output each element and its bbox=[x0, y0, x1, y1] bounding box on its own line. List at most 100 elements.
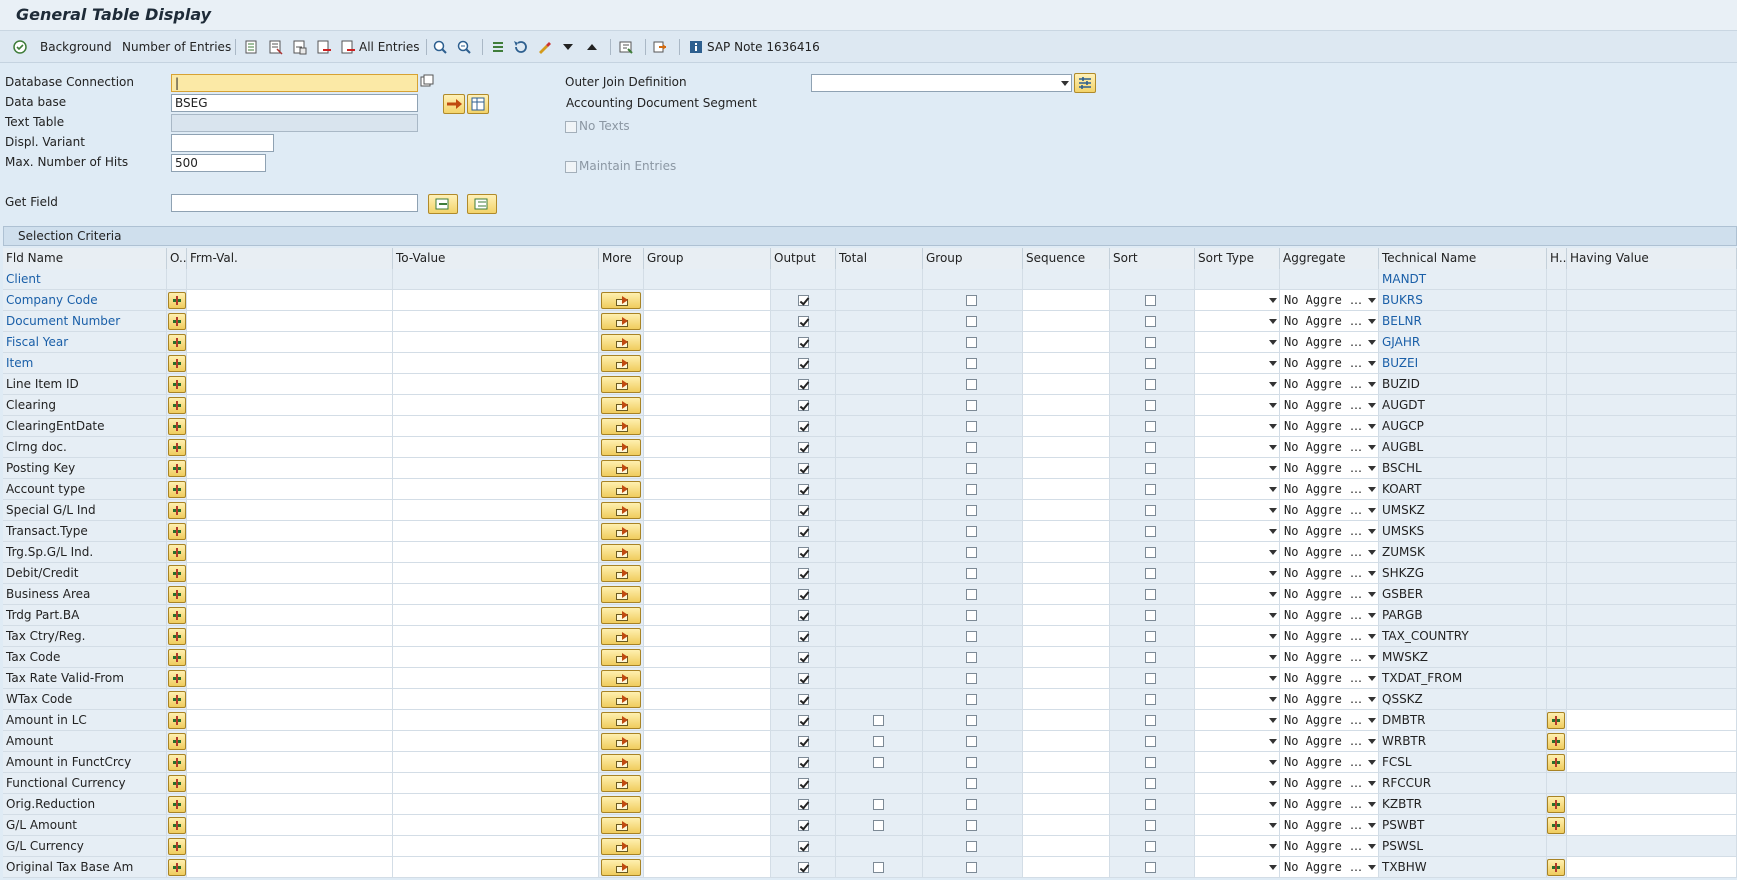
cell-frm-val[interactable] bbox=[187, 416, 393, 437]
sort-type-dropdown[interactable] bbox=[1195, 794, 1280, 815]
multiple-selection-button[interactable] bbox=[601, 607, 641, 624]
sort-checkbox[interactable] bbox=[1145, 862, 1156, 873]
move-down-button[interactable] bbox=[560, 38, 576, 56]
sort-type-dropdown[interactable] bbox=[1195, 416, 1280, 437]
multiple-selection-button[interactable] bbox=[601, 817, 641, 834]
select-options-button[interactable] bbox=[168, 292, 186, 309]
select-options-button[interactable] bbox=[168, 565, 186, 582]
cell-having-value[interactable] bbox=[1567, 752, 1737, 773]
output-checkbox[interactable] bbox=[798, 736, 809, 747]
cell-to-value[interactable] bbox=[393, 584, 599, 605]
sort-checkbox[interactable] bbox=[1145, 820, 1156, 831]
select-options-button[interactable] bbox=[168, 334, 186, 351]
table-view-button[interactable] bbox=[467, 94, 489, 114]
aggregate-dropdown[interactable]: No Aggre… bbox=[1280, 794, 1379, 815]
multiple-selection-button[interactable] bbox=[601, 439, 641, 456]
output-checkbox[interactable] bbox=[798, 673, 809, 684]
sort-checkbox[interactable] bbox=[1145, 673, 1156, 684]
col-header-o[interactable]: O.. bbox=[167, 248, 187, 269]
aggregate-dropdown[interactable]: No Aggre… bbox=[1280, 458, 1379, 479]
sort-type-dropdown[interactable] bbox=[1195, 500, 1280, 521]
multiple-selection-button[interactable] bbox=[601, 670, 641, 687]
field-catalog-button[interactable] bbox=[618, 38, 634, 56]
output-checkbox[interactable] bbox=[798, 442, 809, 453]
multiple-selection-button[interactable] bbox=[601, 292, 641, 309]
aggregate-dropdown[interactable]: No Aggre… bbox=[1280, 815, 1379, 836]
having-options-button[interactable] bbox=[1547, 859, 1565, 876]
multiple-selection-button[interactable] bbox=[601, 313, 641, 330]
multiple-selection-button[interactable] bbox=[601, 481, 641, 498]
multiple-selection-button[interactable] bbox=[601, 628, 641, 645]
cell-to-value[interactable] bbox=[393, 668, 599, 689]
select-options-button[interactable] bbox=[168, 460, 186, 477]
group-checkbox[interactable] bbox=[966, 736, 977, 747]
sort-checkbox[interactable] bbox=[1145, 526, 1156, 537]
total-checkbox[interactable] bbox=[873, 820, 884, 831]
multiple-selection-button[interactable] bbox=[601, 754, 641, 771]
output-checkbox[interactable] bbox=[798, 316, 809, 327]
aggregate-dropdown[interactable]: No Aggre… bbox=[1280, 731, 1379, 752]
cell-to-value[interactable] bbox=[393, 332, 599, 353]
group-checkbox[interactable] bbox=[966, 463, 977, 474]
cell-frm-val[interactable] bbox=[187, 521, 393, 542]
cell-frm-val[interactable] bbox=[187, 710, 393, 731]
group-checkbox[interactable] bbox=[966, 442, 977, 453]
output-checkbox[interactable] bbox=[798, 337, 809, 348]
cell-to-value[interactable] bbox=[393, 731, 599, 752]
output-checkbox[interactable] bbox=[798, 358, 809, 369]
sort-checkbox[interactable] bbox=[1145, 589, 1156, 600]
aggregate-dropdown[interactable]: No Aggre… bbox=[1280, 710, 1379, 731]
cell-to-value[interactable] bbox=[393, 794, 599, 815]
group-checkbox[interactable] bbox=[966, 337, 977, 348]
total-checkbox[interactable] bbox=[873, 862, 884, 873]
aggregate-dropdown[interactable]: No Aggre… bbox=[1280, 500, 1379, 521]
group-button[interactable] bbox=[490, 38, 506, 56]
outer-join-settings-button[interactable] bbox=[1074, 73, 1096, 93]
data-base-input[interactable]: BSEG bbox=[171, 94, 418, 112]
cell-to-value[interactable] bbox=[393, 815, 599, 836]
output-checkbox[interactable] bbox=[798, 820, 809, 831]
aggregate-dropdown[interactable]: No Aggre… bbox=[1280, 689, 1379, 710]
cell-frm-val[interactable] bbox=[187, 290, 393, 311]
group-checkbox[interactable] bbox=[966, 589, 977, 600]
cell-to-value[interactable] bbox=[393, 311, 599, 332]
sort-type-dropdown[interactable] bbox=[1195, 773, 1280, 794]
output-checkbox[interactable] bbox=[798, 631, 809, 642]
total-checkbox[interactable] bbox=[873, 757, 884, 768]
group-checkbox[interactable] bbox=[966, 610, 977, 621]
sort-checkbox[interactable] bbox=[1145, 547, 1156, 558]
col-header-more[interactable]: More bbox=[599, 248, 644, 269]
cell-to-value[interactable] bbox=[393, 542, 599, 563]
sort-checkbox[interactable] bbox=[1145, 736, 1156, 747]
output-checkbox[interactable] bbox=[798, 841, 809, 852]
output-checkbox[interactable] bbox=[798, 568, 809, 579]
group-checkbox[interactable] bbox=[966, 799, 977, 810]
sort-type-dropdown[interactable] bbox=[1195, 857, 1280, 878]
multiple-selection-button[interactable] bbox=[601, 355, 641, 372]
select-options-button[interactable] bbox=[168, 355, 186, 372]
group-checkbox[interactable] bbox=[966, 673, 977, 684]
total-checkbox[interactable] bbox=[873, 715, 884, 726]
group-checkbox[interactable] bbox=[966, 694, 977, 705]
select-options-button[interactable] bbox=[168, 523, 186, 540]
group-checkbox[interactable] bbox=[966, 652, 977, 663]
aggregate-dropdown[interactable]: No Aggre… bbox=[1280, 437, 1379, 458]
cell-frm-val[interactable] bbox=[187, 500, 393, 521]
having-options-button[interactable] bbox=[1547, 817, 1565, 834]
all-entries-button[interactable]: All Entries bbox=[340, 38, 420, 56]
multiple-selection-button[interactable] bbox=[601, 859, 641, 876]
group-checkbox[interactable] bbox=[966, 547, 977, 558]
sort-type-dropdown[interactable] bbox=[1195, 626, 1280, 647]
sort-type-dropdown[interactable] bbox=[1195, 605, 1280, 626]
group-checkbox[interactable] bbox=[966, 715, 977, 726]
sort-checkbox[interactable] bbox=[1145, 358, 1156, 369]
sort-type-dropdown[interactable] bbox=[1195, 290, 1280, 311]
cell-frm-val[interactable] bbox=[187, 479, 393, 500]
sort-checkbox[interactable] bbox=[1145, 400, 1156, 411]
multiple-selection-button[interactable] bbox=[601, 712, 641, 729]
cell-frm-val[interactable] bbox=[187, 332, 393, 353]
select-options-button[interactable] bbox=[168, 544, 186, 561]
select-options-button[interactable] bbox=[168, 733, 186, 750]
output-checkbox[interactable] bbox=[798, 526, 809, 537]
sort-checkbox[interactable] bbox=[1145, 379, 1156, 390]
